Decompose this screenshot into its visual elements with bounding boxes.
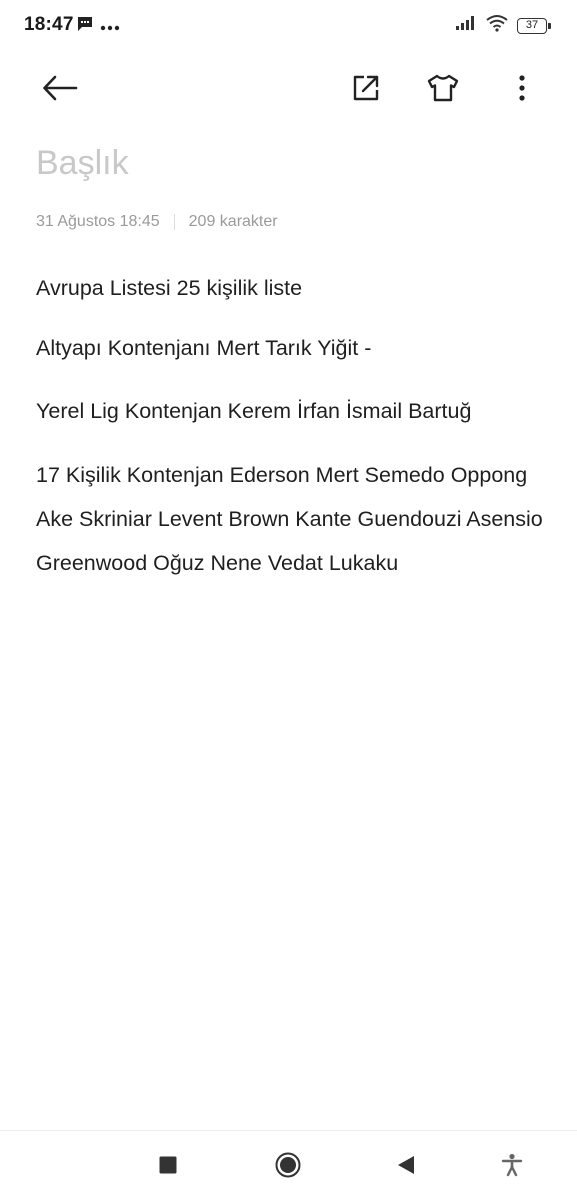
recents-square-icon [159,1156,177,1179]
back-button[interactable] [38,68,82,112]
back-arrow-icon [42,75,78,106]
back-triangle-icon [396,1155,416,1180]
theme-button[interactable] [421,68,465,112]
status-bar: 18:47 37 [0,0,577,52]
note-paragraph: Yerel Lig Kontenjan Kerem İrfan İsmail B… [36,399,472,423]
note-paragraph: Avrupa Listesi 25 kişilik liste [36,276,303,300]
accessibility-button[interactable] [492,1147,532,1187]
share-icon [351,73,381,108]
note-title-input[interactable]: Başlık [36,144,129,183]
status-notification-icons [76,15,120,38]
battery-level: 37 [525,19,539,31]
more-dots-icon [100,18,120,36]
note-body[interactable]: Avrupa Listesi 25 kişilik liste Altyapı … [36,270,546,585]
more-vert-icon [518,74,526,107]
more-options-button[interactable] [500,68,544,112]
battery-icon: 37 [517,17,551,34]
tshirt-icon [426,73,460,108]
accessibility-icon [501,1153,523,1182]
home-circle-icon [275,1152,301,1183]
system-nav-bar [0,1130,577,1201]
status-system-icons: 37 [455,14,551,37]
note-date: 31 Ağustos 18:45 [36,213,160,230]
recents-button[interactable] [148,1147,188,1187]
home-button[interactable] [268,1147,308,1187]
wifi-icon [485,14,509,37]
message-icon [76,15,94,38]
note-char-count: 209 karakter [188,213,278,230]
note-paragraph: 17 Kişilik Kontenjan Ederson Mert Semedo… [36,463,543,575]
note-paragraph: Altyapı Kontenjanı Mert Tarık Yiğit - [36,336,372,360]
note-toolbar [0,60,577,120]
status-time: 18:47 [24,14,74,35]
share-button[interactable] [344,68,388,112]
signal-icon [455,15,477,36]
system-back-button[interactable] [386,1147,426,1187]
meta-divider [173,214,175,230]
note-meta: 31 Ağustos 18:45 209 karakter [36,213,278,231]
